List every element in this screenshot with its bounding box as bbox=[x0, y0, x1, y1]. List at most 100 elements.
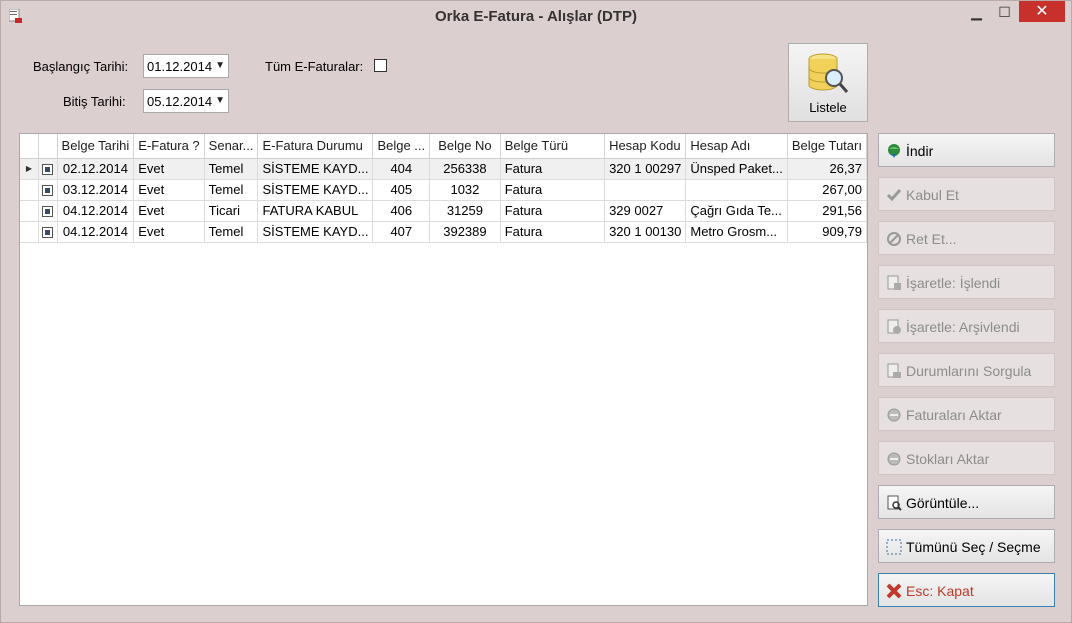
close-window-button[interactable]: ✕ bbox=[1019, 1, 1065, 22]
table-cell: 320 1 00297 bbox=[604, 158, 687, 180]
column-header[interactable]: Senar... bbox=[204, 134, 259, 159]
column-header[interactable]: Belge Tarihi bbox=[57, 134, 135, 159]
start-date-label: Başlangıç Tarihi: bbox=[33, 59, 129, 74]
table-cell: 04.12.2014 bbox=[57, 221, 135, 243]
column-header[interactable]: Belge No bbox=[429, 134, 501, 159]
action-button[interactable]: Faturaları Aktar bbox=[878, 397, 1055, 431]
action-button-label: Kabul Et bbox=[906, 187, 959, 203]
table-cell: Metro Grosm... bbox=[685, 221, 788, 243]
table-row[interactable]: ▶ 02.12.2014 Evet Temel SİSTEME KAYD... 404 25… bbox=[20, 158, 867, 180]
table-row[interactable]: 04.12.2014 Evet Temel SİSTEME KAYD... 407 392… bbox=[20, 221, 867, 243]
transfer-icon bbox=[886, 451, 902, 467]
row-checkbox[interactable] bbox=[42, 227, 54, 239]
all-invoices-checkbox[interactable] bbox=[374, 59, 387, 72]
action-button[interactable]: İndir bbox=[878, 133, 1055, 167]
start-date-value: 01.12.2014 bbox=[147, 59, 213, 74]
start-date-field[interactable]: 01.12.2014 ▼ bbox=[143, 54, 229, 78]
end-date-value: 05.12.2014 bbox=[147, 94, 213, 109]
row-select-cell[interactable] bbox=[38, 158, 58, 180]
window-title: Orka E-Fatura - Alışlar (DTP) bbox=[435, 8, 637, 25]
chevron-down-icon[interactable]: ▼ bbox=[215, 95, 225, 106]
row-select-cell[interactable] bbox=[38, 221, 58, 243]
action-button-label: Tümünü Seç / Seçme bbox=[906, 539, 1041, 555]
column-header[interactable]: Belge Tutarı bbox=[787, 134, 867, 159]
action-button-label: Görüntüle... bbox=[906, 495, 980, 511]
table-cell: Evet bbox=[133, 221, 205, 243]
end-date-field[interactable]: 05.12.2014 ▼ bbox=[143, 89, 229, 113]
row-checkbox[interactable] bbox=[42, 206, 54, 218]
invoice-grid[interactable]: Belge Tarihi E-Fatura ? Senar... E-Fatur… bbox=[19, 133, 868, 606]
table-cell: 26,37 bbox=[787, 158, 867, 180]
list-button[interactable]: Listele bbox=[788, 43, 868, 122]
table-cell: 405 bbox=[372, 179, 431, 201]
action-button[interactable]: İşaretle: Arşivlendi bbox=[878, 309, 1055, 343]
table-cell: 02.12.2014 bbox=[57, 158, 135, 180]
table-cell: FATURA KABUL bbox=[257, 200, 374, 222]
table-cell: 406 bbox=[372, 200, 431, 222]
transfer-icon bbox=[886, 407, 902, 423]
table-cell: 404 bbox=[372, 158, 431, 180]
title-bar[interactable]: Orka E-Fatura - Alışlar (DTP) ▁ ☐ ✕ bbox=[1, 1, 1071, 32]
row-select-cell[interactable] bbox=[38, 200, 58, 222]
close-x-icon bbox=[886, 583, 902, 599]
invoice-table: Belge Tarihi E-Fatura ? Senar... E-Fatur… bbox=[20, 134, 867, 243]
table-cell: Fatura bbox=[500, 158, 606, 180]
table-cell bbox=[604, 179, 687, 201]
table-cell: Evet bbox=[133, 158, 205, 180]
table-cell: 31259 bbox=[429, 200, 501, 222]
row-checkbox[interactable] bbox=[42, 185, 54, 197]
column-header[interactable]: E-Fatura Durumu bbox=[257, 134, 374, 159]
column-header[interactable]: Belge ... bbox=[372, 134, 431, 159]
table-cell: 04.12.2014 bbox=[57, 200, 135, 222]
action-button[interactable]: Kabul Et bbox=[878, 177, 1055, 211]
row-indicator-icon: ▶ bbox=[20, 158, 39, 180]
table-cell: 392389 bbox=[429, 221, 501, 243]
maximize-button[interactable]: ☐ bbox=[991, 4, 1018, 25]
action-button-label: Faturaları Aktar bbox=[906, 407, 1002, 423]
table-cell: 329 0027 bbox=[604, 200, 687, 222]
table-cell: Temel bbox=[204, 158, 259, 180]
table-cell: Temel bbox=[204, 179, 259, 201]
column-header[interactable]: Belge Türü bbox=[500, 134, 606, 159]
table-row[interactable]: 04.12.2014 Evet Ticari FATURA KABUL 406 31259… bbox=[20, 200, 867, 222]
checkmark-icon bbox=[886, 187, 902, 203]
table-cell: 291,56 bbox=[787, 200, 867, 222]
column-header[interactable]: Hesap Kodu bbox=[604, 134, 687, 159]
document-view-icon bbox=[886, 495, 902, 511]
table-cell: 909,79 bbox=[787, 221, 867, 243]
table-cell: Ünsped Paket... bbox=[685, 158, 788, 180]
document-mark-icon bbox=[886, 275, 902, 291]
table-cell: 03.12.2014 bbox=[57, 179, 135, 201]
select-header[interactable] bbox=[38, 134, 58, 159]
action-button[interactable]: İşaretle: İşlendi bbox=[878, 265, 1055, 299]
action-button[interactable]: Durumlarını Sorgula bbox=[878, 353, 1055, 387]
row-select-cell[interactable] bbox=[38, 179, 58, 201]
table-cell: Ticari bbox=[204, 200, 259, 222]
table-cell: Evet bbox=[133, 200, 205, 222]
row-indicator bbox=[20, 200, 39, 222]
action-button[interactable]: Tümünü Seç / Seçme bbox=[878, 529, 1055, 563]
action-button-label: Durumlarını Sorgula bbox=[906, 363, 1032, 379]
action-button[interactable]: Esc: Kapat bbox=[878, 573, 1055, 607]
document-query-icon bbox=[886, 363, 902, 379]
table-row[interactable]: 03.12.2014 Evet Temel SİSTEME KAYD... 405 103… bbox=[20, 179, 867, 201]
table-cell: SİSTEME KAYD... bbox=[257, 221, 374, 243]
database-search-icon bbox=[808, 53, 849, 93]
column-header[interactable]: Hesap Adı bbox=[685, 134, 788, 159]
row-checkbox[interactable] bbox=[42, 164, 54, 176]
main-window: Orka E-Fatura - Alışlar (DTP) ▁ ☐ ✕ Başl… bbox=[0, 0, 1072, 623]
minimize-button[interactable]: ▁ bbox=[963, 4, 990, 25]
chevron-down-icon[interactable]: ▼ bbox=[215, 60, 225, 71]
column-header[interactable]: E-Fatura ? bbox=[133, 134, 205, 159]
cancel-circle-icon bbox=[886, 231, 902, 247]
table-cell bbox=[685, 179, 788, 201]
action-button[interactable]: Ret Et... bbox=[878, 221, 1055, 255]
indicator-header bbox=[20, 134, 39, 159]
row-indicator bbox=[20, 221, 39, 243]
action-button[interactable]: Stokları Aktar bbox=[878, 441, 1055, 475]
table-cell: SİSTEME KAYD... bbox=[257, 179, 374, 201]
select-all-icon bbox=[886, 539, 902, 555]
document-archive-icon bbox=[886, 319, 902, 335]
action-button[interactable]: Görüntüle... bbox=[878, 485, 1055, 519]
row-indicator bbox=[20, 179, 39, 201]
